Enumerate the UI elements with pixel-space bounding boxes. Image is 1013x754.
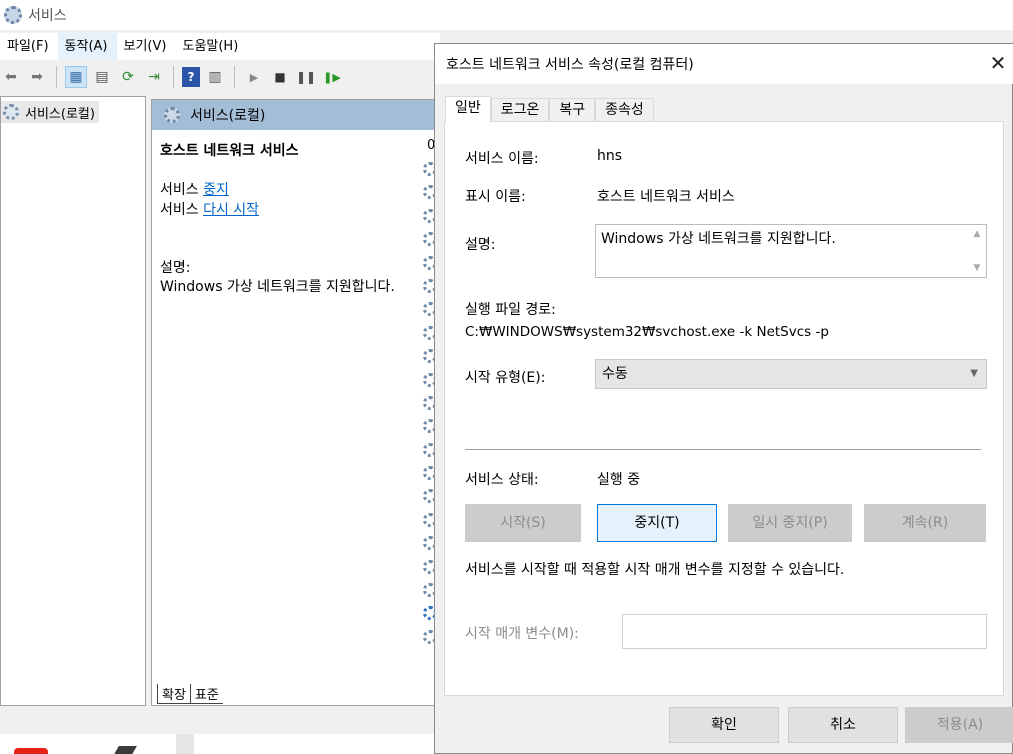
gear-icon xyxy=(3,104,19,120)
menu-file[interactable]: 파일(F) xyxy=(0,33,58,60)
tab-dependencies[interactable]: 종속성 xyxy=(595,98,654,122)
selected-service-name: 호스트 네트워크 서비스 xyxy=(160,143,299,159)
startup-type-value: 수동 xyxy=(602,366,628,382)
pane-header-label: 서비스(로컬) xyxy=(190,108,266,124)
taskbar-segment xyxy=(176,734,194,754)
close-icon[interactable]: ✕ xyxy=(987,52,1009,74)
start-parameters-input[interactable] xyxy=(622,614,987,649)
service-status-value: 실행 중 xyxy=(597,472,641,488)
start-button[interactable]: 시작(S) xyxy=(465,504,581,542)
stop-service-line: 서비스 중지 xyxy=(160,180,432,200)
restart-service-line: 서비스 다시 시작 xyxy=(160,200,432,220)
description-label: 설명: xyxy=(160,260,191,276)
toolbar-separator xyxy=(234,66,235,88)
window-title: 서비스 xyxy=(28,8,67,24)
tab-general[interactable]: 일반 xyxy=(445,96,491,122)
refresh-icon[interactable]: ⟳ xyxy=(117,66,139,88)
start-parameters-hint: 서비스를 시작할 때 적용할 시작 매개 변수를 지정할 수 있습니다. xyxy=(465,562,845,578)
restart-prefix: 서비스 xyxy=(160,202,204,218)
cancel-button[interactable]: 취소 xyxy=(788,707,898,743)
dialog-tabs: 일반 로그온 복구 종속성 xyxy=(445,96,654,122)
stop-prefix: 서비스 xyxy=(160,182,204,198)
service-properties-dialog: 호스트 네트워크 서비스 속성(로컬 컴퓨터) ✕ 일반 로그온 복구 종속성 … xyxy=(434,43,1013,754)
tree-item-services-local[interactable]: 서비스(로컬) xyxy=(1,101,99,123)
description-label: 설명: xyxy=(465,237,496,253)
chevron-down-icon: ▼ xyxy=(970,368,978,379)
stop-icon[interactable]: ■ xyxy=(269,66,291,88)
start-parameters-label: 시작 매개 변수(M): xyxy=(465,626,579,642)
menu-bar: 파일(F) 동작(A) 보기(V) 도움말(H) xyxy=(0,33,440,60)
tab-logon[interactable]: 로그온 xyxy=(490,98,550,122)
gear-icon xyxy=(164,107,180,123)
tab-recovery[interactable]: 복구 xyxy=(549,98,596,122)
service-name-value: hns xyxy=(597,148,623,164)
scroll-down-icon[interactable]: ▼ xyxy=(974,263,981,273)
restart-service-link[interactable]: 다시 시작 xyxy=(203,202,259,218)
startup-type-select[interactable]: 수동 ▼ xyxy=(595,359,987,389)
tree-item-label: 서비스(로컬) xyxy=(25,106,95,122)
menu-view[interactable]: 보기(V) xyxy=(117,33,176,60)
dialog-titlebar: 호스트 네트워크 서비스 속성(로컬 컴퓨터) ✕ xyxy=(435,44,1013,84)
apply-button[interactable]: 적용(A) xyxy=(905,707,1013,743)
export-list-icon[interactable]: ⇥ xyxy=(143,66,165,88)
description-textbox[interactable]: Windows 가상 네트워크를 지원합니다. ▲ ▼ xyxy=(595,224,987,278)
description-text: Windows 가상 네트워크를 지원합니다. xyxy=(160,279,395,295)
dialog-title: 호스트 네트워크 서비스 속성(로컬 컴퓨터) xyxy=(446,57,694,73)
exe-path-value: C:₩WINDOWS₩system32₩svchost.exe -k NetSv… xyxy=(465,324,829,340)
exe-path-label: 실행 파일 경로: xyxy=(465,302,556,318)
stop-button[interactable]: 중지(T) xyxy=(597,504,717,542)
toolbar: ⬅ ➡ ▦ ▤ ⟳ ⇥ ? ▥ ▶ ■ ❚❚ ❚▶ xyxy=(0,61,440,93)
pane-header: 서비스(로컬) xyxy=(152,100,440,130)
menu-help[interactable]: 도움말(H) xyxy=(175,33,247,60)
menu-action[interactable]: 동작(A) xyxy=(57,33,117,60)
scroll-up-icon[interactable]: ▲ xyxy=(974,229,981,239)
divider xyxy=(465,449,981,450)
general-tab-panel: 서비스 이름: hns 표시 이름: 호스트 네트워크 서비스 설명: Wind… xyxy=(444,121,1004,696)
description-value: Windows 가상 네트워크를 지원합니다. xyxy=(601,231,836,247)
services-detail-pane: 서비스(로컬) 호스트 네트워크 서비스 서비스 중지 서비스 다시 시작 설명… xyxy=(151,99,441,706)
toolbar-separator xyxy=(56,66,57,88)
service-name-label: 서비스 이름: xyxy=(465,151,539,167)
tab-standard[interactable]: 표준 xyxy=(190,684,223,704)
play-icon[interactable]: ▶ xyxy=(243,66,265,88)
tab-extended[interactable]: 확장 xyxy=(157,684,191,704)
arrow-left-icon[interactable]: ⬅ xyxy=(0,66,22,88)
arrow-right-icon[interactable]: ➡ xyxy=(26,66,48,88)
pause-button[interactable]: 일시 중지(P) xyxy=(728,504,852,542)
show-console-tree-icon[interactable]: ▦ xyxy=(65,66,87,88)
app-icon[interactable] xyxy=(113,746,137,754)
view-tabs: 확장 표준 xyxy=(157,684,223,704)
resume-icon[interactable]: ❚▶ xyxy=(321,66,343,88)
display-name-value: 호스트 네트워크 서비스 xyxy=(597,189,735,205)
resume-button[interactable]: 계속(R) xyxy=(864,504,986,542)
youtube-icon[interactable] xyxy=(14,748,48,754)
stop-service-link[interactable]: 중지 xyxy=(203,182,229,198)
service-status-label: 서비스 상태: xyxy=(465,472,539,488)
help-icon[interactable]: ? xyxy=(182,67,200,87)
pause-icon[interactable]: ❚❚ xyxy=(295,66,317,88)
startup-type-label: 시작 유형(E): xyxy=(465,370,546,386)
console-tree-pane: 서비스(로컬) xyxy=(0,96,146,706)
action-pane-icon[interactable]: ▥ xyxy=(204,66,226,88)
services-window-titlebar: 서비스 xyxy=(0,0,1013,30)
ok-button[interactable]: 확인 xyxy=(669,707,779,743)
display-name-label: 표시 이름: xyxy=(465,189,526,205)
properties-icon[interactable]: ▤ xyxy=(91,66,113,88)
description-scrollbar[interactable]: ▲ ▼ xyxy=(968,225,986,277)
toolbar-separator xyxy=(173,66,174,88)
services-gear-icon xyxy=(4,6,22,24)
